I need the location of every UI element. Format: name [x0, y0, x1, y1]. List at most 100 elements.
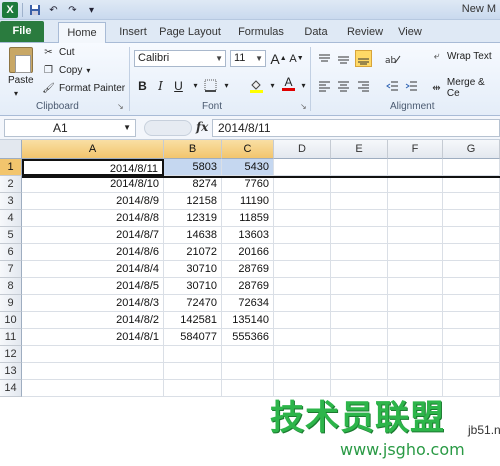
column-header-c[interactable]: C — [222, 140, 274, 159]
cell-b12[interactable] — [164, 346, 222, 363]
row-header[interactable]: 7 — [0, 261, 22, 278]
cell-b13[interactable] — [164, 363, 222, 380]
orientation-button[interactable]: ab — [384, 50, 401, 67]
cell-d3[interactable] — [274, 193, 331, 210]
cell-f9[interactable] — [388, 295, 443, 312]
cell-e13[interactable] — [331, 363, 388, 380]
tab-page-layout[interactable]: Page Layout — [158, 22, 222, 43]
cell-a10[interactable]: 2014/8/2 — [22, 312, 164, 329]
row-header[interactable]: 4 — [0, 210, 22, 227]
cell-f1[interactable] — [388, 159, 443, 176]
cell-c8[interactable]: 28769 — [222, 278, 274, 295]
cell-d10[interactable] — [274, 312, 331, 329]
cell-f13[interactable] — [388, 363, 443, 380]
cell-e2[interactable] — [331, 176, 388, 193]
cell-e10[interactable] — [331, 312, 388, 329]
column-header-b[interactable]: B — [164, 140, 222, 159]
align-middle-button[interactable] — [335, 50, 352, 67]
cell-e3[interactable] — [331, 193, 388, 210]
tab-review[interactable]: Review — [342, 22, 388, 43]
font-size-dropdown-icon[interactable]: ▼ — [255, 51, 263, 66]
column-header-g[interactable]: G — [443, 140, 500, 159]
cell-a12[interactable] — [22, 346, 164, 363]
format-painter-button[interactable]: 🖌 Format Painter — [42, 83, 125, 94]
cell-e12[interactable] — [331, 346, 388, 363]
cell-d7[interactable] — [274, 261, 331, 278]
cell-b14[interactable] — [164, 380, 222, 397]
font-launcher-icon[interactable]: ↘ — [300, 102, 307, 111]
cell-b4[interactable]: 12319 — [164, 210, 222, 227]
italic-button[interactable]: I — [152, 77, 169, 94]
fill-color-dropdown-icon[interactable]: ▾ — [264, 77, 281, 94]
paste-dropdown-icon[interactable]: ▾ — [14, 89, 18, 98]
borders-button[interactable] — [202, 77, 219, 94]
column-header-e[interactable]: E — [331, 140, 388, 159]
decrease-indent-button[interactable] — [384, 77, 401, 94]
cell-c4[interactable]: 11859 — [222, 210, 274, 227]
cell-c1[interactable]: 5430 — [222, 159, 274, 176]
cell-c3[interactable]: 11190 — [222, 193, 274, 210]
cell-f5[interactable] — [388, 227, 443, 244]
cell-c7[interactable]: 28769 — [222, 261, 274, 278]
fill-color-button[interactable] — [248, 77, 265, 94]
cell-b10[interactable]: 142581 — [164, 312, 222, 329]
cell-a11[interactable]: 2014/8/1 — [22, 329, 164, 346]
cell-b5[interactable]: 14638 — [164, 227, 222, 244]
redo-icon[interactable]: ↷ — [65, 3, 80, 18]
cell-b6[interactable]: 21072 — [164, 244, 222, 261]
cell-c2[interactable]: 7760 — [222, 176, 274, 193]
copy-dropdown-icon[interactable]: ▾ — [86, 66, 90, 75]
cell-g6[interactable] — [443, 244, 500, 261]
cell-b9[interactable]: 72470 — [164, 295, 222, 312]
font-name-dropdown-icon[interactable]: ▼ — [215, 51, 223, 66]
cell-e5[interactable] — [331, 227, 388, 244]
cell-f10[interactable] — [388, 312, 443, 329]
cell-g12[interactable] — [443, 346, 500, 363]
cell-f2[interactable] — [388, 176, 443, 193]
cell-g10[interactable] — [443, 312, 500, 329]
cell-d5[interactable] — [274, 227, 331, 244]
cell-c13[interactable] — [222, 363, 274, 380]
cell-g13[interactable] — [443, 363, 500, 380]
cell-c5[interactable]: 13603 — [222, 227, 274, 244]
align-right-button[interactable] — [355, 77, 372, 94]
cell-g8[interactable] — [443, 278, 500, 295]
shrink-font-button[interactable]: A ▼ — [288, 50, 305, 67]
bold-button[interactable]: B — [134, 77, 151, 94]
cell-d2[interactable] — [274, 176, 331, 193]
row-header[interactable]: 5 — [0, 227, 22, 244]
cell-e6[interactable] — [331, 244, 388, 261]
cell-c11[interactable]: 555366 — [222, 329, 274, 346]
cell-a3[interactable]: 2014/8/9 — [22, 193, 164, 210]
grow-font-button[interactable]: A ▲ — [270, 50, 287, 67]
align-bottom-button[interactable] — [355, 50, 372, 67]
font-size-combo[interactable]: 11 ▼ — [230, 50, 266, 67]
tab-data[interactable]: Data — [298, 22, 334, 43]
customize-qat-icon[interactable]: ▾ — [84, 3, 99, 18]
cell-a14[interactable] — [22, 380, 164, 397]
cell-d12[interactable] — [274, 346, 331, 363]
cell-b7[interactable]: 30710 — [164, 261, 222, 278]
row-header[interactable]: 8 — [0, 278, 22, 295]
row-header[interactable]: 14 — [0, 380, 22, 397]
save-icon[interactable] — [27, 3, 42, 18]
row-header[interactable]: 1 — [0, 159, 22, 176]
cell-a1[interactable]: 2014/8/11 — [22, 159, 164, 176]
excel-icon[interactable]: X — [2, 2, 18, 18]
wrap-text-button[interactable]: ⤶ Wrap Text — [430, 51, 492, 62]
cell-g1[interactable] — [443, 159, 500, 176]
cell-d1[interactable] — [274, 159, 331, 176]
tab-home[interactable]: Home — [58, 22, 106, 44]
cell-c9[interactable]: 72634 — [222, 295, 274, 312]
cell-a7[interactable]: 2014/8/4 — [22, 261, 164, 278]
cell-f6[interactable] — [388, 244, 443, 261]
cell-a6[interactable]: 2014/8/6 — [22, 244, 164, 261]
cell-f11[interactable] — [388, 329, 443, 346]
clipboard-launcher-icon[interactable]: ↘ — [117, 102, 124, 111]
cell-e9[interactable] — [331, 295, 388, 312]
cell-d11[interactable] — [274, 329, 331, 346]
align-top-button[interactable] — [316, 50, 333, 67]
cell-a2[interactable]: 2014/8/10 — [22, 176, 164, 193]
name-box[interactable]: A1 ▼ — [4, 119, 136, 137]
cell-f12[interactable] — [388, 346, 443, 363]
